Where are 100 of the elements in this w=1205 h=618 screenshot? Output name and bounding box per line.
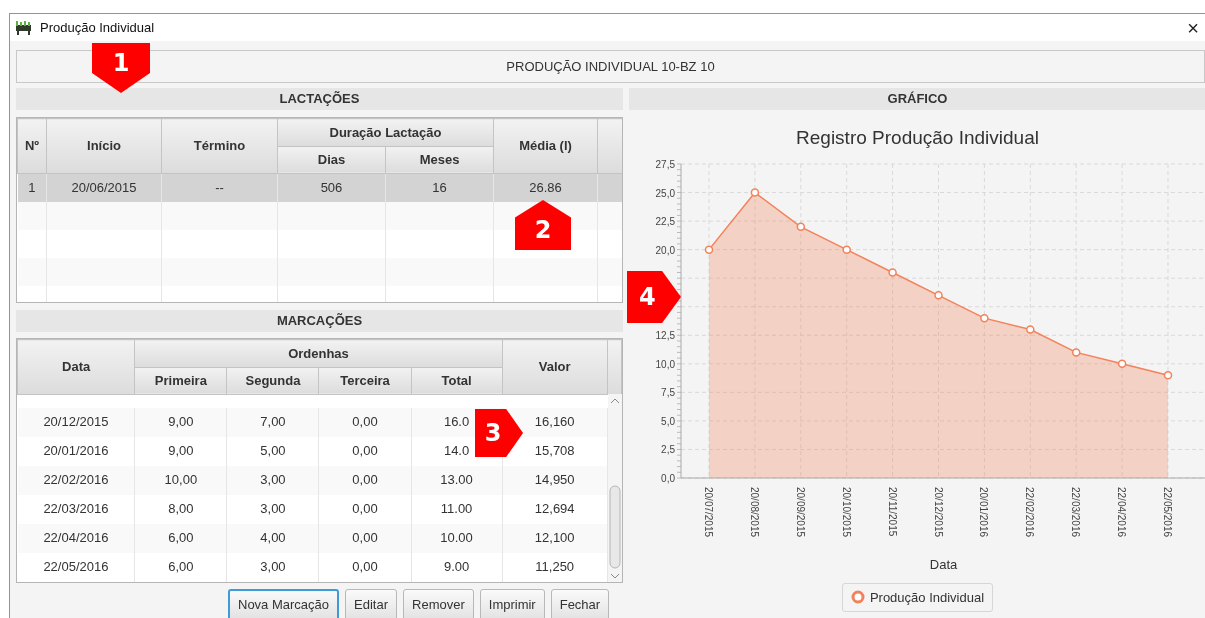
data-point [888, 267, 897, 277]
table-cell: 22/03/2016 [43, 501, 109, 517]
window-title: Produção Individual [40, 18, 155, 37]
column-header: Meses [385, 146, 494, 174]
table-cell: 0,00 [352, 501, 378, 517]
table-cell: 16,160 [534, 414, 575, 430]
close-button[interactable]: × [1181, 17, 1205, 38]
scrollbar[interactable] [608, 394, 622, 582]
axis-tick-label: 20/09/2015 [794, 486, 806, 537]
axis-tick-label: 20,0 [655, 244, 675, 256]
data-point [934, 290, 943, 300]
table-cell: 0,00 [352, 472, 378, 488]
action-button[interactable]: Remover [403, 589, 474, 618]
column-header: Média (l) [493, 118, 598, 174]
table-cell: 3,00 [260, 501, 286, 517]
data-point [980, 313, 989, 322]
table-cell: 9.00 [443, 559, 470, 575]
column-header: Nº [17, 118, 47, 174]
action-button[interactable]: Fechar [550, 589, 610, 618]
table-cell: 6,00 [168, 530, 194, 546]
chart-title: Registro Produção Individual [795, 126, 1040, 150]
axis-tick-label: 20/10/2015 [840, 486, 852, 537]
axis-tick-label: 22,5 [655, 215, 675, 227]
table-cell: 10.00 [440, 530, 473, 546]
axis-tick-label: 20/07/2015 [703, 486, 714, 537]
data-point [796, 222, 806, 231]
data-point [704, 244, 714, 254]
table-cell: 12,694 [534, 501, 575, 517]
column-header: Primeira [134, 367, 227, 395]
column-header: Ordenhas [134, 339, 503, 367]
table-row[interactable]: 1 20/06/2015 -- 506 16 26.86 [17, 173, 622, 202]
table-row[interactable]: 22/02/2016 10,00 3,00 0,00 13.00 14,950 [17, 465, 622, 495]
table-cell: 14.0 [443, 443, 470, 459]
axis-tick-label: 27,5 [655, 158, 675, 170]
axis-tick-label: 7,5 [661, 386, 675, 398]
table-cell: 15,708 [534, 443, 575, 459]
axis-tick-label: 20/08/2015 [748, 486, 760, 537]
table-cell: 3,00 [260, 472, 286, 488]
column-header: Início [46, 118, 162, 174]
table-cell: 6,00 [168, 559, 194, 575]
action-button[interactable]: Editar [345, 589, 397, 618]
table-cell: 10,00 [164, 472, 198, 488]
column-header: Terceira [319, 367, 412, 395]
table-cell: 14,950 [534, 472, 575, 488]
table-cell: 8,00 [168, 501, 194, 517]
axis-tick-label: 22/02/2016 [1024, 486, 1036, 537]
callout-marker: 3 [475, 409, 523, 457]
axis-tick-label: 20/11/2015 [886, 486, 898, 536]
table-cell: 9,00 [168, 443, 194, 459]
table-cell: 12,100 [534, 530, 575, 546]
section-title: MARCAÇÕES [276, 312, 363, 331]
legend-label: Produção Individual [869, 588, 985, 607]
table-cell: 4,00 [260, 530, 286, 546]
table-cell: 20/12/2015 [43, 414, 109, 430]
column-header: Duração Lactação [277, 118, 494, 146]
data-point [842, 244, 851, 254]
table-cell: 22/04/2016 [43, 530, 109, 546]
app-icon [14, 20, 34, 35]
table-cell: 13.00 [440, 472, 473, 488]
axis-tick-label: 20/12/2015 [932, 486, 944, 537]
table-cell: 11,250 [535, 559, 575, 575]
table-cell: 0,00 [352, 530, 378, 546]
axis-tick-label: 2,5 [661, 443, 675, 455]
table-cell: -- [215, 180, 224, 195]
column-header: Término [161, 118, 278, 174]
axis-tick-label: 12,5 [655, 329, 675, 341]
table-cell: 0,00 [352, 443, 378, 459]
table-cell: 506 [320, 180, 343, 195]
callout-marker: 4 [627, 271, 681, 323]
legend-marker-icon [850, 590, 865, 605]
axis-tick-label: 10,0 [655, 358, 675, 370]
table-cell: 1 [28, 180, 36, 195]
column-header: Dias [277, 146, 386, 174]
data-point [1117, 359, 1127, 368]
data-point [1071, 347, 1081, 357]
data-point [1163, 370, 1173, 379]
column-header: Data [17, 339, 135, 395]
axis-tick-label: 22/04/2016 [1116, 486, 1128, 537]
table-cell: 22/05/2016 [43, 559, 109, 575]
table-cell: 9,00 [168, 414, 194, 430]
table-cell: 7,00 [260, 414, 286, 430]
callout-marker: 1 [92, 43, 150, 93]
table-cell: 16.0 [443, 414, 470, 430]
table-cell: 5,00 [260, 443, 286, 459]
axis-tick-label: 20/01/2016 [978, 486, 990, 537]
axis-title: Data [929, 556, 958, 572]
table-cell: 3,00 [260, 559, 286, 575]
data-point [750, 187, 760, 197]
column-header: Total [411, 367, 503, 395]
action-button[interactable]: Imprimir [479, 589, 545, 618]
axis-tick-label: 5,0 [661, 415, 675, 427]
axis-tick-label: 25,0 [655, 187, 675, 199]
column-header: Valor [502, 339, 608, 395]
axis-tick-label: 22/05/2016 [1162, 486, 1173, 537]
action-button[interactable]: Nova Marcação [228, 589, 340, 618]
table-cell: 11.00 [440, 501, 473, 517]
section-title: LACTAÇÕES [279, 90, 360, 109]
table-row[interactable]: 22/04/2016 6,00 4,00 0,00 10.00 12,100 [17, 523, 622, 553]
table-cell: 22/02/2016 [43, 472, 109, 488]
table-cell: 0,00 [352, 414, 378, 430]
